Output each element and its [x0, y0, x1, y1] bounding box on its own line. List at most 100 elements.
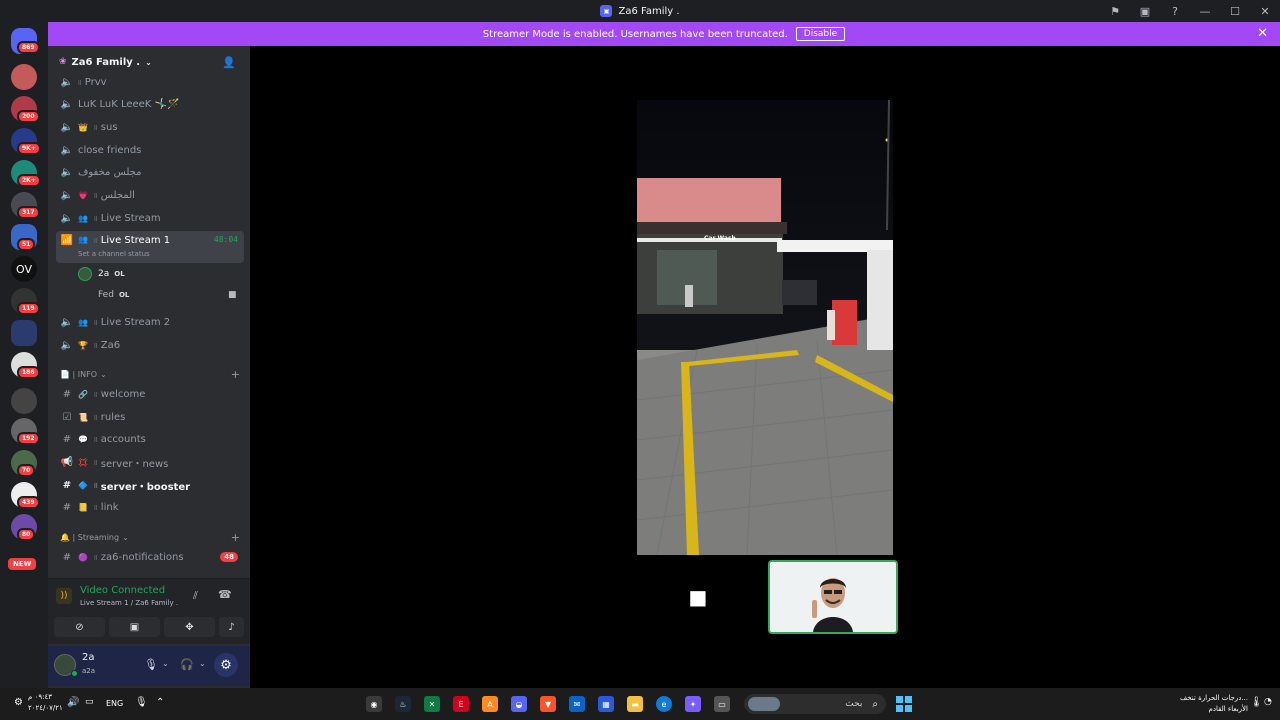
activities-button[interactable]: ✥: [164, 617, 215, 637]
obs-icon[interactable]: ◉: [366, 696, 382, 712]
camera-toggle-button[interactable]: ⊘: [54, 617, 105, 637]
mention-badge: 48: [220, 552, 238, 562]
microphone-icon[interactable]: 🎙: [144, 658, 158, 671]
channel-status-hint[interactable]: Set a channel status: [78, 250, 150, 258]
category-info[interactable]: 📄 | INFO ⌄ +: [60, 368, 240, 381]
streamer-mode-banner: Streamer Mode is enabled. Usernames have…: [48, 22, 1280, 46]
taskbar: ⚙ ٠٩:٤٣ م ٢٠٢٤/٠٧/٢١ 🔊 ▭ ENG 🎙 ⌃ ◉ ♨ ✕ E…: [0, 688, 1280, 720]
windows-start-icon[interactable]: [896, 696, 912, 712]
username[interactable]: 2a: [82, 652, 95, 663]
edge-icon[interactable]: e: [656, 696, 672, 712]
voice-channel[interactable]: 🔈 close friends: [56, 140, 244, 160]
headphones-icon[interactable]: 🎧: [180, 658, 194, 671]
invite-icon[interactable]: 👤: [222, 56, 236, 69]
category-streaming[interactable]: 🔔 | Streaming ⌄ +: [60, 531, 240, 544]
voice-status[interactable]: Video Connected: [80, 585, 165, 596]
chevron-up-icon[interactable]: ⌃: [156, 697, 164, 708]
steam-icon[interactable]: ♨: [395, 696, 411, 712]
server-icon[interactable]: [11, 64, 37, 90]
voice-channel[interactable]: 🔈 💗 ॥ المجلس: [56, 185, 244, 205]
epic-games-icon[interactable]: E: [453, 696, 469, 712]
online-status-icon: [71, 670, 78, 677]
minimize-button[interactable]: —: [1190, 5, 1220, 18]
screen-share-icon[interactable]: ▣: [1130, 5, 1160, 18]
hash-icon: #: [62, 551, 72, 563]
camera-off-tile[interactable]: ■: [631, 560, 765, 634]
avatar: [78, 267, 92, 281]
chevron-down-icon[interactable]: ⌄: [199, 659, 206, 668]
add-channel-icon[interactable]: +: [231, 531, 240, 544]
copilot-icon[interactable]: ✦: [685, 696, 701, 712]
chevron-down-icon[interactable]: ⌄: [162, 659, 169, 668]
text-channel[interactable]: # 🔗 ॥ welcome: [56, 384, 244, 404]
voice-channel[interactable]: 🔈 👑 ॥ sus: [56, 117, 244, 137]
voice-channel-active[interactable]: 📶 👥 ॥ Live Stream 1 48:04 Set a channel s…: [56, 231, 244, 263]
xbox-icon[interactable]: ✕: [424, 696, 440, 712]
signal-icon[interactable]: )): [56, 588, 72, 604]
stream-video[interactable]: Car Wash: [637, 100, 893, 555]
hash-icon: #: [62, 479, 72, 491]
text-channel[interactable]: # 📒 ॥ link: [56, 497, 244, 517]
help-icon[interactable]: ?: [1160, 5, 1190, 18]
voice-channel[interactable]: 🔈 LuK LuK LeeeK 🤸🏻‍♂️🪄: [56, 94, 244, 114]
user-video-tile[interactable]: [768, 560, 898, 634]
avatar-video: [770, 562, 896, 632]
brave-icon[interactable]: ▼: [540, 696, 556, 712]
voice-channel[interactable]: 🔈 🏆 ॥ Za6: [56, 335, 244, 355]
text-channel[interactable]: ☑ 📜 ॥ rules: [56, 407, 244, 427]
server-badge: 439: [17, 496, 40, 509]
announcement-channel[interactable]: 📢 💢 ॥ server・news: [56, 452, 244, 472]
app-icon[interactable]: ▭: [714, 696, 730, 712]
voice-channel[interactable]: 🔈 ॥ Prvv: [56, 72, 244, 92]
add-channel-icon[interactable]: +: [231, 368, 240, 381]
inbox-icon[interactable]: ⚑: [1100, 5, 1130, 18]
aim-icon[interactable]: A: [482, 696, 498, 712]
voice-user[interactable]: 2a OL: [78, 265, 125, 283]
notification-icon[interactable]: ◔: [1264, 697, 1272, 707]
camera-off-icon: ⊘: [75, 621, 84, 633]
weather-alert-icon[interactable]: 🌡: [1250, 697, 1263, 708]
voice-channel[interactable]: 🔈 👥 ॥ Live Stream: [56, 208, 244, 228]
text-channel-unread[interactable]: # 🔷 ॥ server・booster: [56, 475, 244, 495]
discord-icon[interactable]: ◒: [511, 696, 527, 712]
voice-channel[interactable]: 🔈 👥 ॥ Live Stream 2: [56, 312, 244, 332]
close-window-button[interactable]: ✕: [1250, 5, 1280, 18]
settings-icon[interactable]: ⚙: [14, 697, 23, 708]
text-channel[interactable]: # 🟣 ॥ za6-notifications 48: [56, 547, 244, 567]
maximize-button[interactable]: ☐: [1220, 5, 1250, 18]
speaker-icon: 🔈: [60, 144, 74, 156]
microphone-icon[interactable]: 🎙: [135, 697, 148, 708]
language-indicator[interactable]: ENG: [106, 699, 123, 708]
close-banner-icon[interactable]: ✕: [1257, 26, 1268, 41]
network-icon[interactable]: ▭: [85, 697, 94, 707]
settings-gear-icon[interactable]: ⚙: [214, 653, 238, 677]
noise-suppression-icon[interactable]: ⫽: [193, 589, 198, 603]
voice-user[interactable]: Fed OL ■: [78, 286, 237, 304]
stream-timer: 48:04: [213, 235, 238, 244]
screen-share-button[interactable]: ▣: [109, 617, 160, 637]
store-icon[interactable]: ▦: [598, 696, 614, 712]
server-badge: 51: [17, 238, 36, 251]
server-ov[interactable]: OV: [11, 256, 37, 282]
folder-icon[interactable]: ▬: [627, 696, 643, 712]
speaker-icon: 🔈: [60, 212, 74, 224]
voice-activity-icon: 📶: [60, 235, 74, 246]
server-list: 869 200 9K+ 2K+ 317 51 OV 119 186 192 70…: [0, 22, 48, 688]
soundboard-button[interactable]: ♪: [219, 617, 244, 637]
search-box[interactable]: بحث ⌕: [744, 694, 886, 714]
text-channel[interactable]: # 💬 ॥ accounts: [56, 429, 244, 449]
weather-widget[interactable]: درجات الحرارة تنخف... الأربعاء القادم: [1172, 693, 1248, 715]
disable-streamer-mode-button[interactable]: Disable: [795, 27, 846, 41]
mail-icon[interactable]: ✉: [569, 696, 585, 712]
server-icon[interactable]: [11, 388, 37, 414]
server-folder-icon[interactable]: [11, 320, 37, 346]
voice-location[interactable]: Live Stream 1 / Za6 Family .: [80, 599, 178, 607]
speaker-icon: 🔈: [60, 121, 74, 133]
disconnect-icon[interactable]: ☎: [218, 588, 232, 601]
volume-icon[interactable]: 🔊: [67, 697, 79, 708]
voice-channel[interactable]: 🔈 مجلس مخفوف: [56, 162, 244, 182]
rules-icon: ☑: [62, 411, 72, 423]
megaphone-icon: 📢: [60, 456, 74, 468]
banner-text: Streamer Mode is enabled. Usernames have…: [482, 28, 788, 40]
clock[interactable]: ٠٩:٤٣ م ٢٠٢٤/٠٧/٢١: [28, 692, 63, 714]
